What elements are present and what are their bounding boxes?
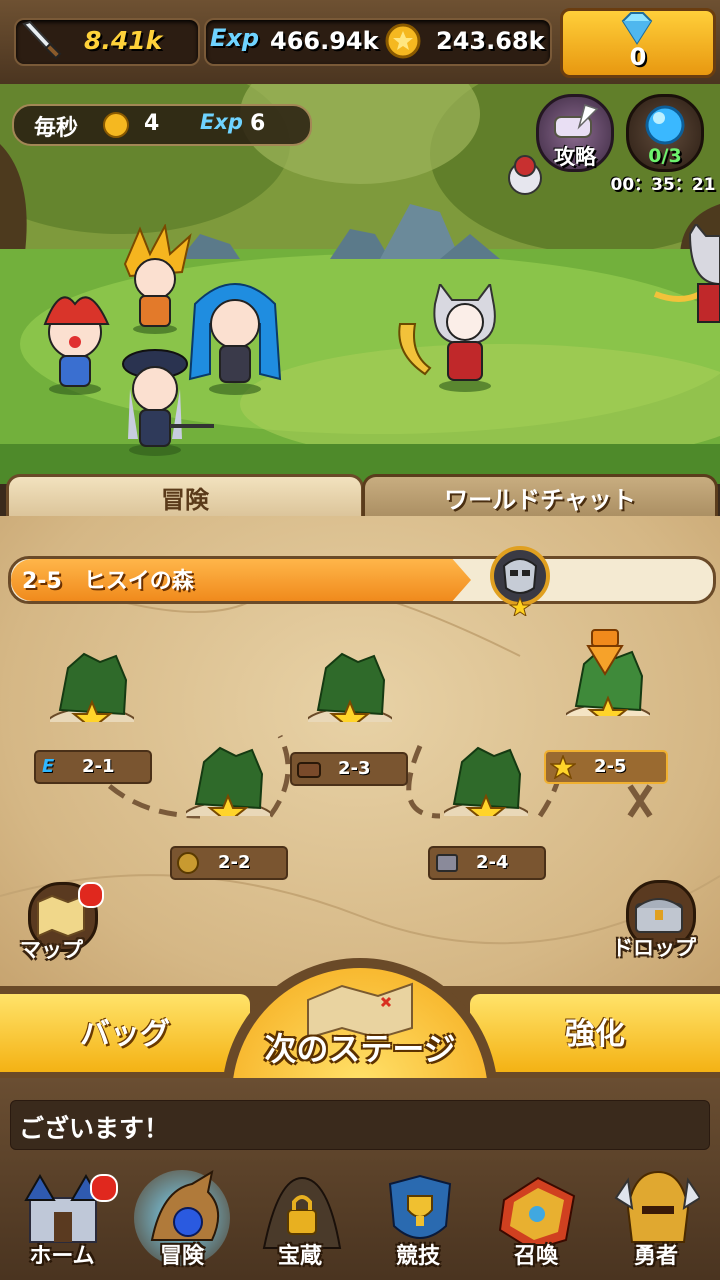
home-notify-dot — [90, 1174, 118, 1202]
next-stage-label: 次のステージ — [264, 1030, 456, 1068]
stage-title: 2-5 ヒスイの森 — [22, 569, 194, 594]
blue-hair-hero — [188, 283, 282, 395]
sword-icon — [22, 20, 62, 60]
boss-mask-icon[interactable] — [488, 544, 552, 616]
chat-ticker[interactable]: ございます！ — [10, 1100, 710, 1150]
drop-button[interactable]: ドロップ — [610, 880, 716, 966]
forest-island-icon — [444, 746, 528, 816]
stage-label-2-3: 2-3 — [290, 752, 408, 786]
orb-count: 0/3 — [648, 145, 682, 167]
forest-island-icon — [186, 746, 270, 816]
upgrade-button[interactable]: 強化 — [470, 994, 720, 1072]
nav-summon[interactable]: 召喚 — [480, 1166, 592, 1276]
resource-bar: 8.41k Exp 466.94k 243.68k 0 — [0, 0, 720, 87]
nav-adventure[interactable]: 冒険 — [126, 1166, 238, 1276]
exp-value: 466.94k — [270, 27, 379, 55]
orb-timer: 00：35：21 — [610, 175, 716, 195]
forest-island-icon — [50, 652, 134, 722]
jester-hero — [43, 296, 110, 395]
energy-orb-button[interactable]: 0/3 — [626, 94, 704, 172]
stage-node-2-1[interactable] — [42, 650, 142, 750]
tab-world-chat[interactable]: ワールドチャット — [362, 474, 718, 521]
nav-heroes[interactable]: 勇者 — [600, 1166, 712, 1276]
blue-orb-icon — [645, 105, 685, 145]
gold-value: 243.68k — [436, 27, 545, 55]
rate-prefix: 毎秒 — [34, 116, 79, 141]
blonde-hero — [123, 224, 192, 334]
exp-rate-label: Exp — [200, 110, 243, 134]
drop-label: ドロップ — [612, 936, 696, 960]
battle-scene: 毎秒 4 Exp 6 攻略 0/3 00：35：21 — [0, 84, 720, 484]
enemy-flying — [508, 155, 542, 195]
nav-adventure-label: 冒険 — [159, 1244, 204, 1269]
forest-island-icon — [308, 652, 392, 722]
scroll-quill-icon — [554, 104, 599, 138]
map-notify-dot — [78, 882, 104, 908]
stage-node-2-4[interactable] — [436, 744, 536, 844]
gem-count: 0 — [629, 43, 647, 71]
bag-button[interactable]: バッグ — [0, 994, 250, 1072]
attack-value: 8.41k — [84, 26, 163, 55]
nav-arena[interactable]: 競技 — [362, 1166, 474, 1276]
nav-summon-label: 召喚 — [513, 1244, 558, 1269]
gem-button[interactable]: 0 — [560, 8, 716, 78]
gold-rate: 4 — [144, 111, 160, 136]
current-stage-marker-icon — [586, 629, 624, 676]
coin-badge-icon — [177, 852, 199, 874]
exp-label: Exp — [210, 24, 260, 52]
nav-home-label: ホーム — [29, 1244, 95, 1269]
star-badge-icon — [550, 755, 576, 779]
gold-coin-icon — [103, 112, 129, 138]
map-button[interactable]: マップ — [20, 882, 112, 966]
stage-label-2-2: 2-2 — [170, 846, 288, 880]
nav-heroes-label: 勇者 — [633, 1244, 678, 1269]
stage-map: 2-5 ヒスイの森 E 2-1 2-2 2-3 2-4 2-5 マップ ドロップ — [0, 516, 720, 996]
chat-message: ございます！ — [19, 1114, 170, 1143]
tab-adventure[interactable]: 冒険 — [6, 474, 364, 521]
enemy-catwarrior-2 — [653, 224, 720, 323]
income-rate-pill: 毎秒 4 Exp 6 — [12, 104, 312, 146]
gold-coin-icon — [385, 23, 421, 59]
stage-node-2-2[interactable] — [178, 744, 278, 844]
enemy-catwarrior — [398, 284, 496, 392]
treasure-chest-icon — [297, 762, 321, 778]
nav-home[interactable]: ホーム — [6, 1166, 118, 1276]
stage-label-2-4: 2-4 — [428, 846, 546, 880]
nav-treasury-label: 宝蔵 — [277, 1244, 322, 1269]
map-label: マップ — [20, 938, 83, 962]
stage-2-1-badge: E — [42, 756, 55, 777]
nav-treasury[interactable]: 宝蔵 — [244, 1166, 356, 1276]
hero-party — [43, 224, 282, 456]
stage-label-2-5: 2-5 — [544, 750, 668, 784]
stage-label-2-1: E 2-1 — [34, 750, 152, 784]
chest-icon — [635, 898, 683, 933]
stage-node-2-3[interactable] — [300, 650, 400, 750]
nav-arena-label: 競技 — [395, 1244, 440, 1269]
item-box-icon — [436, 854, 458, 872]
exp-rate: 6 — [250, 111, 266, 136]
